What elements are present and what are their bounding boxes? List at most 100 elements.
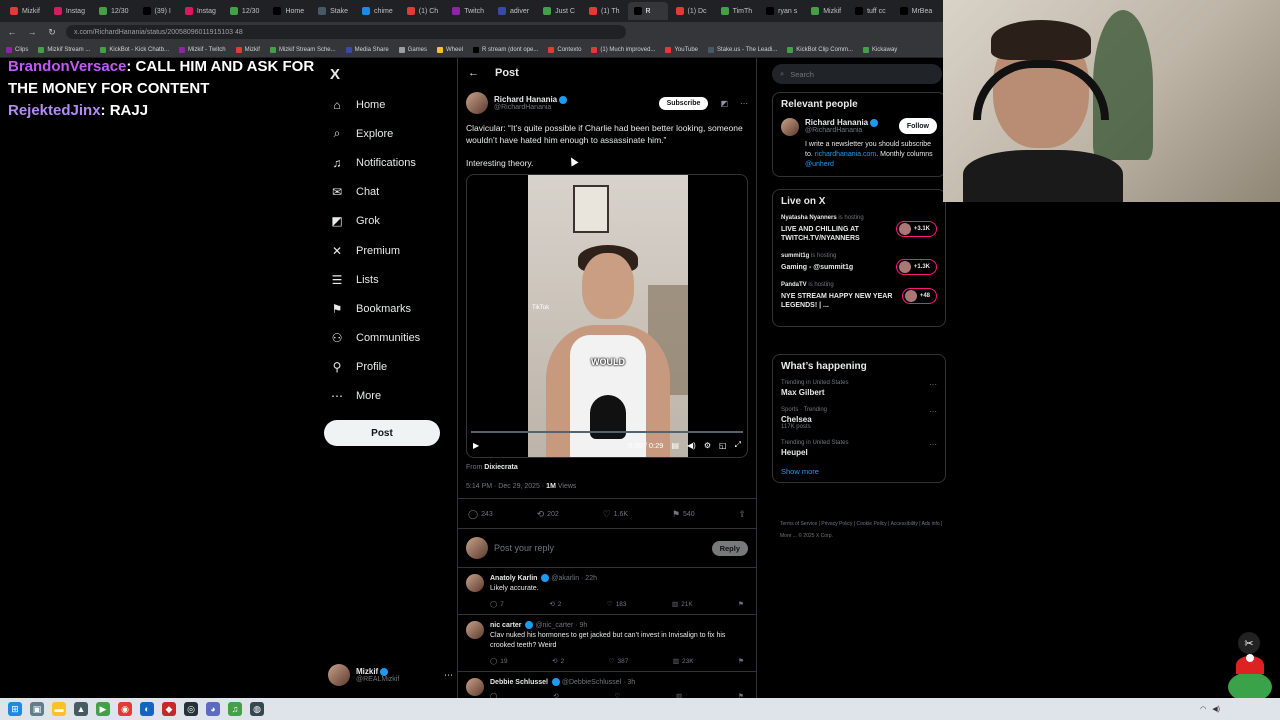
more-icon[interactable]: ⋯ (444, 670, 453, 681)
bookmark-icon[interactable]: ⚑ (738, 600, 744, 608)
sidebar-item-communities[interactable]: ⚇ Communities (326, 324, 456, 353)
reply-button[interactable]: Reply (711, 540, 748, 556)
bio-link[interactable]: richardhanania.com (815, 151, 876, 158)
windows-start-icon[interactable]: ⊞ (8, 702, 22, 716)
pip-icon[interactable]: ◱ (719, 441, 727, 450)
live-listener-pill[interactable]: +1.3K (895, 259, 937, 275)
fullscreen-icon[interactable]: ⤢ (735, 440, 741, 450)
browser-tab[interactable]: ryan s (760, 2, 803, 20)
bookmark-item[interactable]: Kickaway (862, 46, 897, 53)
bookmark-item[interactable]: YouTube (665, 46, 698, 53)
sidebar-item-bookmarks[interactable]: ⚑ Bookmarks (326, 294, 456, 323)
host-name[interactable]: summit1g (781, 253, 809, 259)
reply-action[interactable]: ▥ 23K (673, 657, 694, 666)
avatar[interactable] (466, 621, 484, 639)
search-input[interactable]: ⌕ Search (772, 64, 942, 84)
bookmark-item[interactable]: Games (398, 46, 427, 53)
reply-action[interactable]: ⟲ 2 (552, 657, 564, 666)
bookmark-item[interactable]: Clips (6, 46, 28, 53)
live-item[interactable]: Nyatasha Nyanners is hosting LIVE AND CHI… (781, 215, 937, 243)
live-listener-pill[interactable]: +3.1K (895, 221, 937, 237)
reply-stat[interactable]: ◯ 243 (468, 509, 493, 520)
reply-action[interactable]: ▥ 21K (672, 600, 693, 609)
browser-tab[interactable]: chime (356, 2, 399, 20)
bookmark-item[interactable]: Media Share (345, 46, 389, 53)
host-name[interactable]: Nyatasha Nyanners (781, 215, 837, 221)
bio-mention[interactable]: @unherd (805, 161, 834, 168)
video-player[interactable]: TikTok WOULD ▶ 0:00 / 0:29 ▤ ◀) ⚙ ◱ ⤢ (466, 174, 748, 458)
obs-icon[interactable]: ◎ (184, 702, 198, 716)
live-listener-pill[interactable]: +48 (901, 288, 937, 304)
bookmark-icon[interactable]: ⚑ (738, 657, 744, 665)
browser-tab[interactable]: (1) Dc (670, 2, 713, 20)
bookmark-item[interactable]: Mizkif - Twitch (179, 46, 226, 53)
footer-links[interactable]: Terms of Service | Privacy Policy | Cook… (780, 518, 950, 542)
app-icon[interactable]: ▶ (96, 702, 110, 716)
browser-tab[interactable]: Instag (48, 2, 91, 20)
browser-tab[interactable]: Mizkif (4, 2, 46, 20)
avatar[interactable] (781, 118, 799, 136)
browser-tab[interactable]: Instag (179, 2, 222, 20)
play-icon[interactable]: ▶ (473, 441, 479, 450)
more-icon[interactable]: ⋯ (740, 99, 748, 108)
reply-action[interactable]: ◯ 7 (490, 600, 504, 609)
clip-icon[interactable]: ✂ (1238, 632, 1260, 654)
avatar[interactable] (466, 574, 484, 592)
reply-item[interactable]: Debbie Schlussel @DebbieSchlussel · 3h ◯ … (458, 672, 756, 698)
browser-tab[interactable]: R (627, 2, 668, 20)
trend-item[interactable]: Trending in United States Heupel ⋯ (781, 440, 937, 457)
source-link[interactable]: Dixiecrata (484, 464, 517, 471)
reply-author[interactable]: Anatoly Karlin (490, 575, 537, 582)
sidebar-item-home[interactable]: ⌂ Home (326, 90, 456, 119)
browser-tab[interactable]: (1) Ch (401, 2, 444, 20)
edge-icon[interactable]: ◐ (140, 702, 154, 716)
browser-tab[interactable]: TimTh (715, 2, 759, 20)
browser-tab[interactable]: 12/30 (93, 2, 135, 20)
reply-item[interactable]: nic carter @nic_carter · 9h Clav nuked hi… (458, 615, 756, 672)
forward-icon[interactable]: → (26, 27, 38, 37)
browser-tab[interactable]: (39) I (137, 2, 177, 20)
more-icon[interactable]: ⋯ (929, 380, 937, 389)
sidebar-item-premium[interactable]: ✕ Premium (326, 236, 456, 265)
person-name[interactable]: Richard Hanania (805, 118, 879, 127)
share-stat[interactable]: ⇪ (738, 509, 746, 520)
sidebar-item-explore[interactable]: ⌕ Explore (326, 119, 456, 148)
reload-icon[interactable]: ↻ (46, 27, 58, 38)
bookmark-item[interactable]: Stake.us - The Leadi... (708, 46, 777, 53)
bookmark-item[interactable]: R stream (dont ope... (473, 46, 538, 53)
discord-icon[interactable]: ◕ (206, 702, 220, 716)
url-input[interactable]: x.com/RichardHanania/status/200580960119… (66, 25, 626, 39)
spotify-icon[interactable]: ♫ (228, 702, 242, 716)
sidebar-item-profile[interactable]: ⚲ Profile (326, 353, 456, 382)
sidebar-item-chat[interactable]: ✉ Chat (326, 178, 456, 207)
chrome-icon[interactable]: ◉ (118, 702, 132, 716)
repost-stat[interactable]: ⟲ 202 (537, 509, 559, 520)
account-switcher[interactable]: Mizkif @REALMizkif ⋯ (328, 662, 453, 688)
person-row[interactable]: Richard Hanania @RichardHanania Follow (781, 118, 937, 136)
captions-icon[interactable]: ▤ (671, 441, 679, 450)
browser-tab[interactable]: Home (267, 2, 310, 20)
bookmark-item[interactable]: Wheel (437, 46, 463, 53)
bookmark-stat[interactable]: ⚑ 540 (672, 509, 695, 520)
post-button[interactable]: Post (324, 420, 440, 446)
reply-action[interactable]: ⟲ 2 (549, 600, 561, 609)
bookmark-item[interactable]: Mizkif Stream ... (38, 46, 90, 53)
follow-button[interactable]: Follow (898, 118, 937, 134)
app-icon[interactable]: ◍ (250, 702, 264, 716)
system-tray[interactable]: ◠ ◀) (1200, 705, 1280, 713)
browser-tab[interactable]: tuff cc (849, 2, 892, 20)
reply-item[interactable]: Anatoly Karlin @akarlin · 22h Likely accu… (458, 568, 756, 615)
sidebar-item-notifications[interactable]: ♫ Notifications (326, 148, 456, 177)
trend-item[interactable]: Trending in United States Max Gilbert ⋯ (781, 380, 937, 397)
x-logo[interactable]: X (330, 66, 340, 83)
file-explorer-icon[interactable]: ▣ (30, 702, 44, 716)
subscribe-button[interactable]: Subscribe (658, 96, 709, 110)
grok-icon[interactable]: ◩ (720, 99, 728, 108)
browser-tab[interactable]: 12/30 (224, 2, 266, 20)
reply-action[interactable]: ♡ 387 (609, 657, 629, 666)
sidebar-item-more[interactable]: ⋯ More (326, 382, 456, 411)
back-icon[interactable]: ← (6, 27, 18, 37)
author-name[interactable]: Richard Hanania (494, 95, 568, 104)
reply-action[interactable]: ♡ 183 (607, 600, 627, 609)
browser-tab[interactable]: Twitch (446, 2, 490, 20)
